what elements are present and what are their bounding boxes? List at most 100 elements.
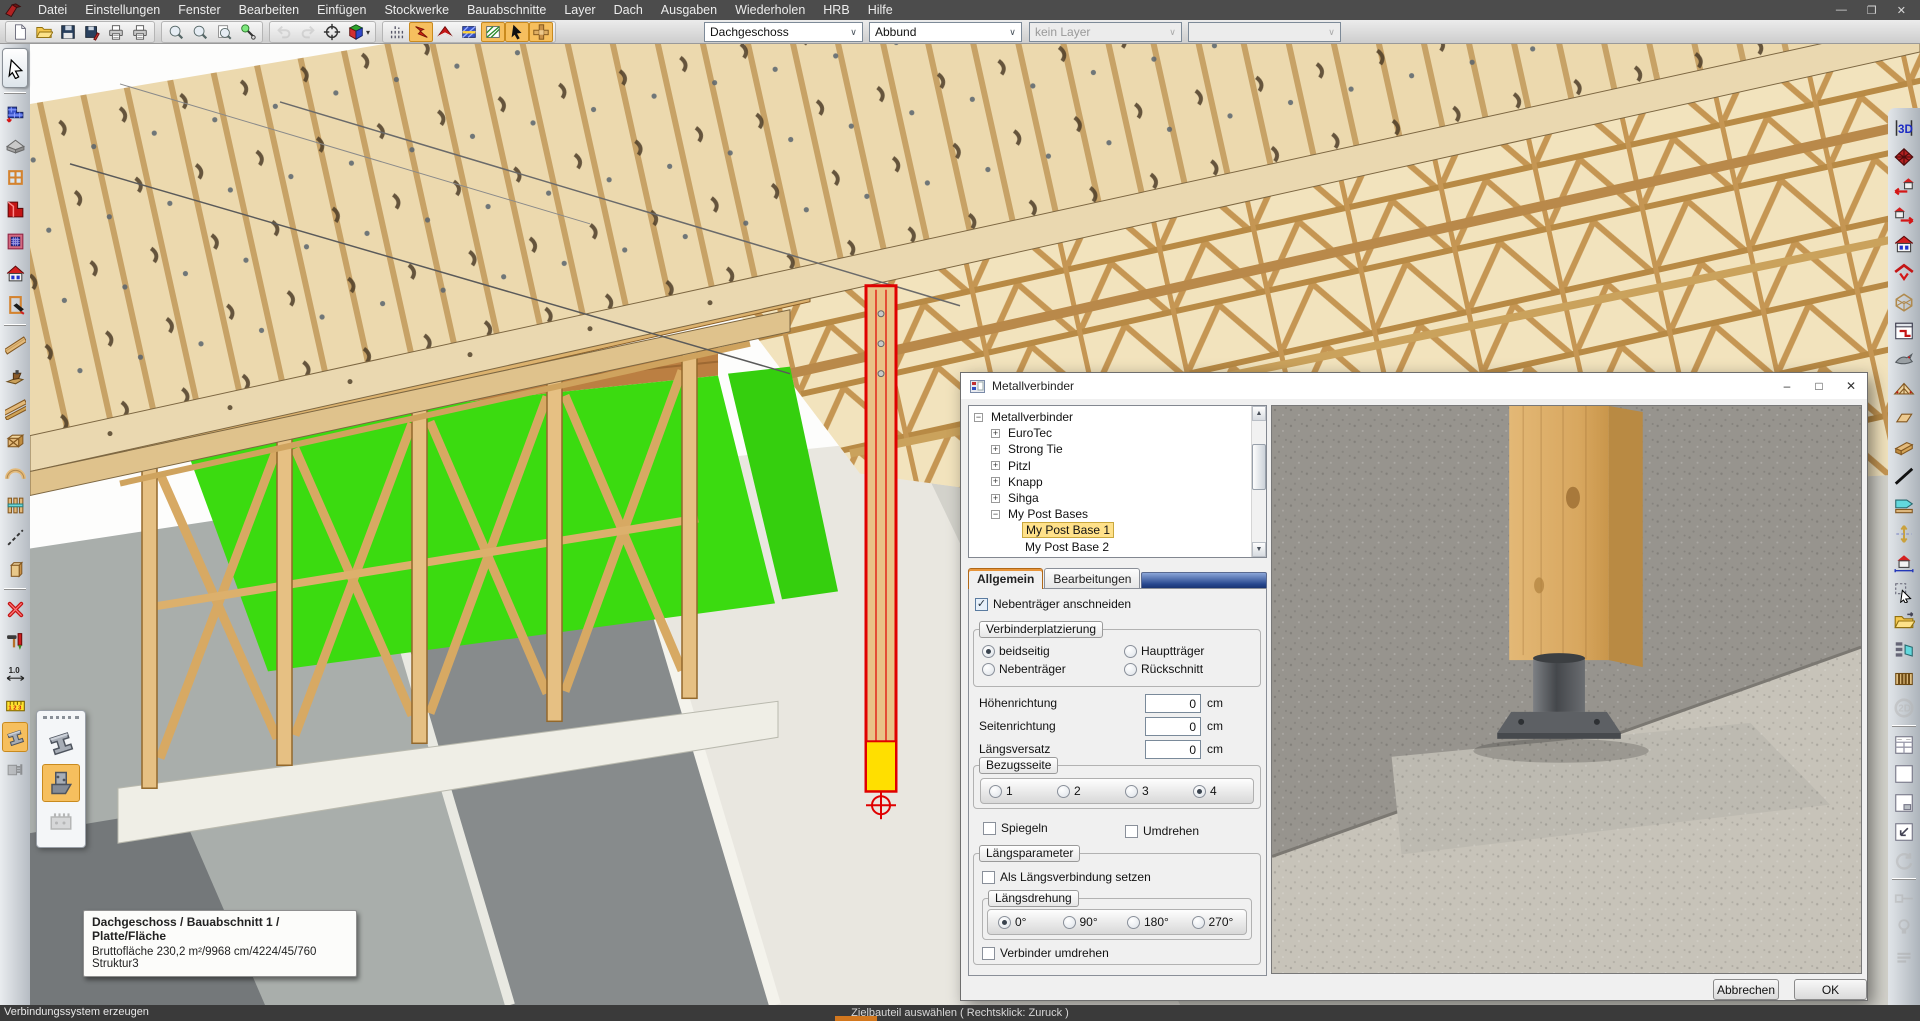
snap-lines-icon[interactable] [385,22,409,42]
roof-covering-tool[interactable] [2,130,28,160]
expand-icon[interactable]: + [991,494,1000,503]
radio-placement-hauptträger[interactable]: Hauptträger [1124,644,1256,658]
dimension-tool[interactable]: 1.0 [2,658,28,688]
plane-tool[interactable] [2,362,28,392]
zoom-search-icon[interactable] [236,22,260,42]
expand-icon[interactable]: + [991,429,1000,438]
radio-placement-nebenträger[interactable]: Nebenträger [982,662,1124,676]
select-tool[interactable] [2,48,28,88]
steel-beam-tool[interactable] [2,722,28,752]
save-icon[interactable] [56,22,80,42]
building-section[interactable] [1890,549,1918,577]
rafter-tool[interactable] [2,394,28,424]
field-input-seitenrichtung[interactable]: 0 [1145,717,1201,736]
radio-laengsdrehung-180°[interactable]: 180° [1117,915,1182,929]
view-left[interactable] [1890,172,1918,200]
window-zoom[interactable] [1890,818,1918,846]
scroll-thumb[interactable] [1252,444,1266,490]
checkbox-spiegeln[interactable]: Spiegeln [983,821,1048,835]
tree-scrollbar[interactable]: ▲ ▼ [1251,406,1266,557]
delete-tool[interactable] [2,594,28,624]
tree-item-my-post-base-2[interactable]: My Post Base 2 [972,539,1266,555]
zoom-section-icon[interactable] [188,22,212,42]
zoom-all-icon[interactable] [164,22,188,42]
door-tool[interactable] [2,290,28,320]
lamella-view[interactable] [1890,665,1918,693]
checkbox-als-laengsverbindung-setzen[interactable]: Als Längsverbindung setzen [982,870,1151,884]
open-building[interactable] [1890,607,1918,635]
house-tool[interactable] [2,258,28,288]
menu-ausgaben[interactable]: Ausgaben [652,1,726,19]
select-box[interactable] [1890,578,1918,606]
menu-datei[interactable]: Datei [29,1,76,19]
detail-window[interactable] [1890,317,1918,345]
roof-plan-view[interactable] [1890,143,1918,171]
radio-placement-beidseitig[interactable]: beidseitig [982,644,1124,658]
checkbox-verbinder-umdrehen[interactable]: Verbinder umdrehen [982,946,1109,960]
tree-item-knapp[interactable]: +Knapp [972,474,1266,490]
radio-bezugsseite-1[interactable]: 1 [981,784,1049,798]
menu-einstellungen[interactable]: Einstellungen [76,1,169,19]
wall-tool[interactable] [2,98,28,128]
tree-item-pitzl[interactable]: +Pitzl [972,458,1266,474]
radio-bezugsseite-4[interactable]: 4 [1185,784,1253,798]
tree-item-my-post-bases[interactable]: −My Post Bases [972,506,1266,522]
metal-bracket-item[interactable] [42,764,80,802]
tree-item-strong-tie[interactable]: +Strong Tie [972,441,1266,457]
post-tool[interactable] [2,554,28,584]
roof-slopes-view[interactable] [1890,259,1918,287]
surface-display-icon[interactable] [481,22,505,42]
menu-bauabschnitte[interactable]: Bauabschnitte [458,1,555,19]
wall-framing-tool[interactable] [2,490,28,520]
dialog-minimize-button[interactable]: – [1771,373,1803,399]
view-cube-dropdown-arrow[interactable]: ▾ [366,28,370,37]
profile-view[interactable] [1890,491,1918,519]
window-part[interactable] [1890,789,1918,817]
tab-bearbeitungen[interactable]: Bearbeitungen [1044,568,1140,589]
radio-laengsdrehung-90°[interactable]: 90° [1053,915,1118,929]
measure-tool[interactable]: 1 2 3 [2,690,28,720]
flyout-grip[interactable] [43,713,79,719]
radio-placement-rückschnitt[interactable]: Rückschnitt [1124,662,1256,676]
checkbox-umdrehen[interactable]: Umdrehen [1125,824,1199,838]
expand-icon[interactable]: + [991,445,1000,454]
ok-button[interactable]: OK [1794,979,1867,1000]
wire-view[interactable] [1890,288,1918,316]
view-right[interactable] [1890,201,1918,229]
checkbox-nebentraeger-anschneiden[interactable]: ✓Nebenträger anschneiden [975,597,1131,611]
radio-laengsdrehung-270°[interactable]: 270° [1182,915,1247,929]
scroll-down-icon[interactable]: ▼ [1252,542,1266,557]
tree-item-sihga[interactable]: +Sihga [972,490,1266,506]
timber-joint-icon[interactable] [529,22,553,42]
plane-select[interactable] [1890,404,1918,432]
view-front[interactable] [1890,230,1918,258]
dialog-close-button[interactable]: ✕ [1835,373,1867,399]
menu-hrb[interactable]: HRB [814,1,858,19]
new-file-icon[interactable] [8,22,32,42]
dialog-titlebar[interactable]: Metallverbinder – □ ✕ [961,373,1867,399]
menu-hilfe[interactable]: Hilfe [859,1,902,19]
section-line[interactable] [1890,462,1918,490]
view-cube-icon[interactable] [344,22,368,42]
center-view-icon[interactable] [320,22,344,42]
save-as-icon[interactable] [80,22,104,42]
height-dimension[interactable] [1890,520,1918,548]
auto-cut-icon[interactable] [409,22,433,42]
construction-line-tool[interactable] [2,522,28,552]
zoom-page-icon[interactable] [212,22,236,42]
view-3d[interactable]: 3D [1890,114,1918,142]
expand-icon[interactable]: + [991,477,1000,486]
open-file-icon[interactable] [32,22,56,42]
beam-tool[interactable] [2,330,28,360]
window-split[interactable] [1890,731,1918,759]
selected-post[interactable] [866,286,896,819]
collapse-icon[interactable]: − [974,413,983,422]
hatch-display-icon[interactable] [457,22,481,42]
pointer-mode-icon[interactable] [505,22,529,42]
cancel-button[interactable]: Abbrechen [1713,979,1779,1000]
minimize-button[interactable]: — [1836,4,1847,17]
ceiling-tool[interactable] [2,226,28,256]
tree-item-eurotec[interactable]: +EuroTec [972,425,1266,441]
roof-display-icon[interactable] [433,22,457,42]
restore-button[interactable]: ❐ [1867,4,1877,17]
